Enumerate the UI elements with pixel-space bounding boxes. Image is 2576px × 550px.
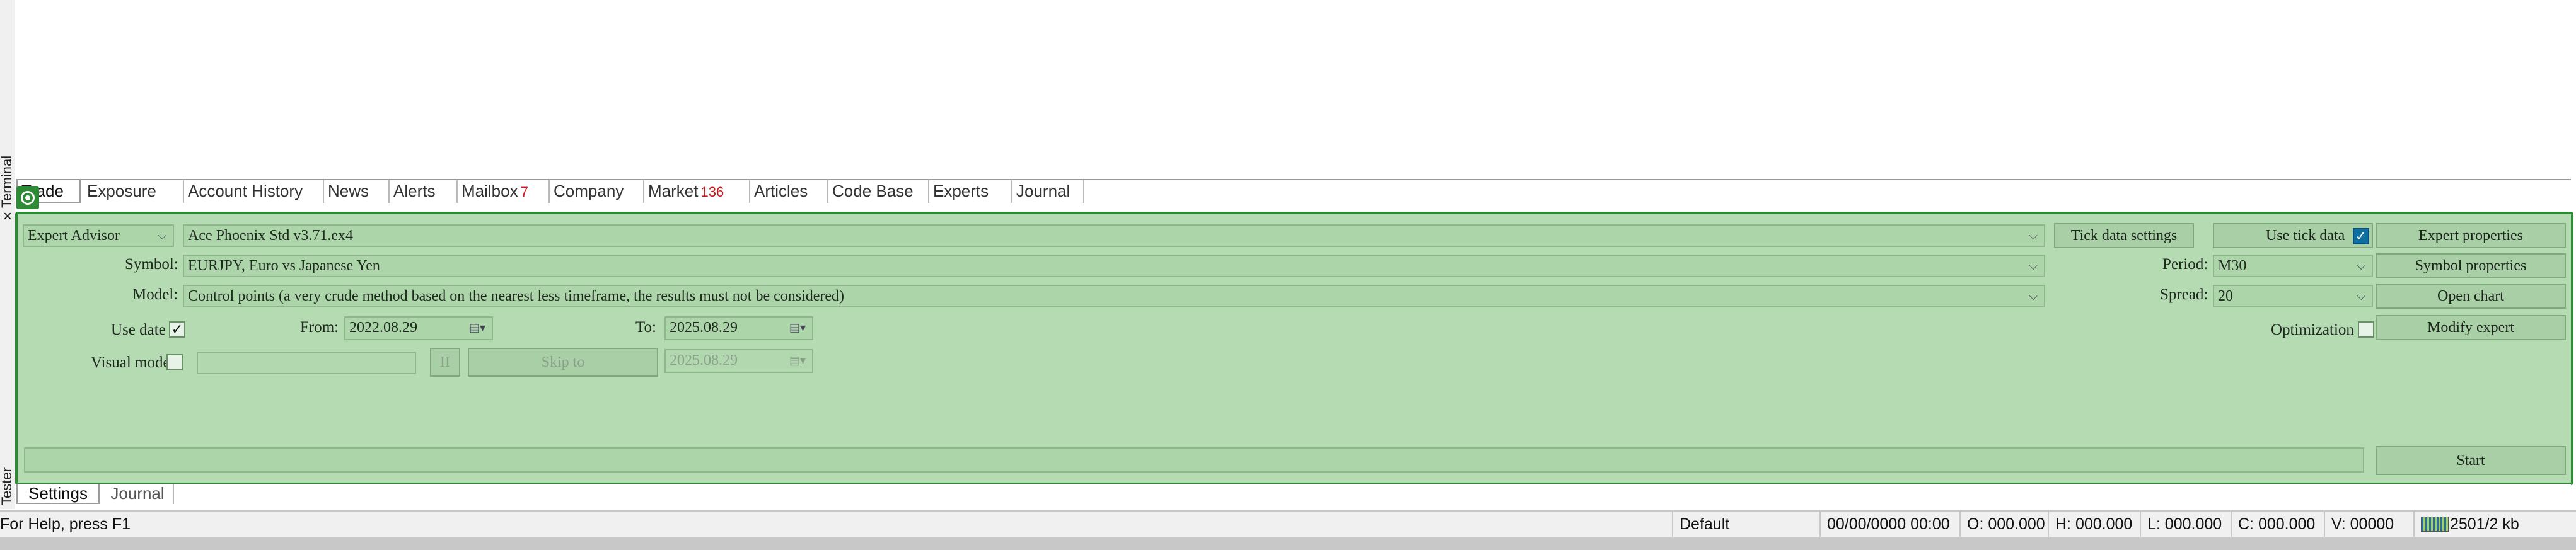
- tab-label: Articles: [754, 181, 808, 200]
- period-select[interactable]: M30 ⌵: [2213, 255, 2373, 277]
- status-close: C: 000.000: [2231, 512, 2331, 537]
- tab-experts[interactable]: Experts: [929, 180, 1012, 203]
- terminal-side-label[interactable]: Terminal: [0, 156, 15, 208]
- calendar-icon[interactable]: ▤▾: [469, 318, 485, 338]
- tab-journal[interactable]: Journal: [1012, 180, 1084, 203]
- symbol-value: EURJPY, Euro vs Japanese Yen: [188, 258, 380, 274]
- chevron-down-icon: ⌵: [2357, 290, 2365, 302]
- model-value: Control points (a very crude method base…: [188, 288, 845, 304]
- tab-articles[interactable]: Articles: [750, 180, 828, 203]
- program-type-select[interactable]: Expert Advisor ⌵: [23, 224, 174, 247]
- tab-alerts[interactable]: Alerts: [390, 180, 458, 203]
- calendar-icon[interactable]: ▤▾: [789, 350, 806, 370]
- calendar-icon[interactable]: ▤▾: [789, 318, 806, 338]
- progress-bar: [24, 447, 2364, 473]
- expert-value: Ace Phoenix Std v3.71.ex4: [188, 227, 353, 244]
- tab-label: Market: [648, 181, 699, 200]
- period-label: Period:: [2162, 256, 2208, 273]
- use-tick-data-label: Use tick data: [2266, 227, 2345, 244]
- skip-date-value: 2025.08.29: [670, 352, 738, 369]
- connection-bars-icon: [2421, 517, 2449, 532]
- tab-label: Alerts: [393, 181, 436, 200]
- tab-label: Exposure: [87, 181, 156, 200]
- spread-value: 20: [2218, 288, 2233, 304]
- use-tick-data-checkbox[interactable]: ✓: [2353, 228, 2369, 244]
- tab-exposure[interactable]: Exposure: [83, 180, 184, 203]
- status-low: L: 000.000: [2140, 512, 2238, 537]
- tester-side-label[interactable]: Tester: [0, 467, 15, 505]
- tab-company[interactable]: Company: [550, 180, 644, 203]
- tab-label: Journal: [110, 484, 165, 503]
- status-high: H: 000.000: [2048, 512, 2147, 537]
- tab-label: Settings: [28, 484, 88, 503]
- status-bar: For Help, press F1 Default 00/00/0000 00…: [0, 510, 2576, 537]
- program-type-value: Expert Advisor: [28, 227, 120, 244]
- use-date-label: Use date: [111, 321, 166, 338]
- model-label: Model:: [132, 286, 178, 303]
- skip-to-button[interactable]: Skip to: [468, 348, 658, 377]
- status-volume: V: 00000: [2324, 512, 2421, 537]
- tab-mailbox[interactable]: Mailbox 7: [458, 180, 550, 203]
- optimization-checkbox[interactable]: [2358, 321, 2374, 338]
- tab-news[interactable]: News: [324, 180, 390, 203]
- close-icon[interactable]: ×: [0, 208, 15, 226]
- use-tick-data-toggle[interactable]: Use tick data: [2213, 223, 2373, 248]
- bottom-band: [0, 537, 2576, 550]
- visual-speed-slider[interactable]: [197, 352, 416, 374]
- model-select[interactable]: Control points (a very crude method base…: [183, 285, 2045, 307]
- expert-properties-button[interactable]: Expert properties: [2376, 223, 2566, 248]
- tab-code-base[interactable]: Code Base: [828, 180, 929, 203]
- tab-settings[interactable]: Settings: [16, 484, 100, 504]
- profile-name: Default: [1672, 512, 1826, 537]
- chevron-down-icon: ⌵: [2357, 260, 2365, 272]
- period-value: M30: [2218, 258, 2247, 274]
- tab-market[interactable]: Market 136: [644, 180, 750, 203]
- status-open: O: 000.000: [1959, 512, 2055, 537]
- from-date-value: 2022.08.29: [349, 319, 417, 336]
- to-label: To:: [635, 319, 656, 336]
- market-badge: 136: [700, 184, 724, 200]
- pause-button[interactable]: II: [430, 348, 460, 377]
- visual-mode-label: Visual mode: [91, 354, 170, 371]
- tab-label: Code Base: [832, 181, 914, 200]
- symbol-label: Symbol:: [125, 256, 178, 273]
- symbol-select[interactable]: EURJPY, Euro vs Japanese Yen ⌵: [183, 255, 2045, 277]
- mailbox-badge: 7: [520, 184, 528, 200]
- optimization-label: Optimization: [2271, 321, 2354, 338]
- skip-date-input[interactable]: 2025.08.29 ▤▾: [664, 349, 813, 373]
- tab-label: News: [328, 181, 369, 200]
- terminal-tabs: Trade Exposure Account History News Aler…: [16, 179, 2571, 204]
- tab-tester-journal[interactable]: Journal: [102, 484, 174, 504]
- symbol-properties-button[interactable]: Symbol properties: [2376, 253, 2566, 278]
- tester-bottom-tabs: Settings Journal: [16, 484, 2571, 505]
- tab-label: Account History: [188, 181, 303, 200]
- status-datetime: 00/00/0000 00:00: [1819, 512, 1967, 537]
- to-date-value: 2025.08.29: [670, 319, 738, 336]
- chevron-down-icon: ⌵: [2029, 260, 2038, 272]
- tab-label: Journal: [1016, 181, 1070, 200]
- chevron-down-icon: ⌵: [2029, 229, 2038, 242]
- visual-mode-checkbox[interactable]: [166, 354, 183, 370]
- from-label: From:: [300, 319, 339, 336]
- chevron-down-icon: ⌵: [158, 229, 166, 242]
- tab-account-history[interactable]: Account History: [184, 180, 324, 203]
- from-date-input[interactable]: 2022.08.29 ▤▾: [344, 316, 493, 340]
- tab-label: Mailbox: [461, 181, 518, 200]
- left-vertical-strip: Terminal × Tester: [0, 0, 15, 509]
- modify-expert-button[interactable]: Modify expert: [2376, 315, 2566, 340]
- tab-label: Company: [554, 181, 624, 200]
- use-date-checkbox[interactable]: ✓: [169, 321, 185, 338]
- tick-data-settings-button[interactable]: Tick data settings: [2054, 223, 2194, 248]
- start-button[interactable]: Start: [2376, 446, 2566, 475]
- open-chart-button[interactable]: Open chart: [2376, 284, 2566, 309]
- tab-label: Experts: [933, 181, 989, 200]
- to-date-input[interactable]: 2025.08.29 ▤▾: [664, 316, 813, 340]
- strategy-tester-panel: Expert Advisor ⌵ Ace Phoenix Std v3.71.e…: [15, 212, 2573, 485]
- tester-target-icon: [16, 186, 39, 209]
- spread-select[interactable]: 20 ⌵: [2213, 285, 2373, 307]
- help-text: For Help, press F1: [0, 515, 131, 533]
- expert-select[interactable]: Ace Phoenix Std v3.71.ex4 ⌵: [183, 224, 2045, 247]
- chevron-down-icon: ⌵: [2029, 290, 2038, 302]
- spread-label: Spread:: [2160, 286, 2208, 303]
